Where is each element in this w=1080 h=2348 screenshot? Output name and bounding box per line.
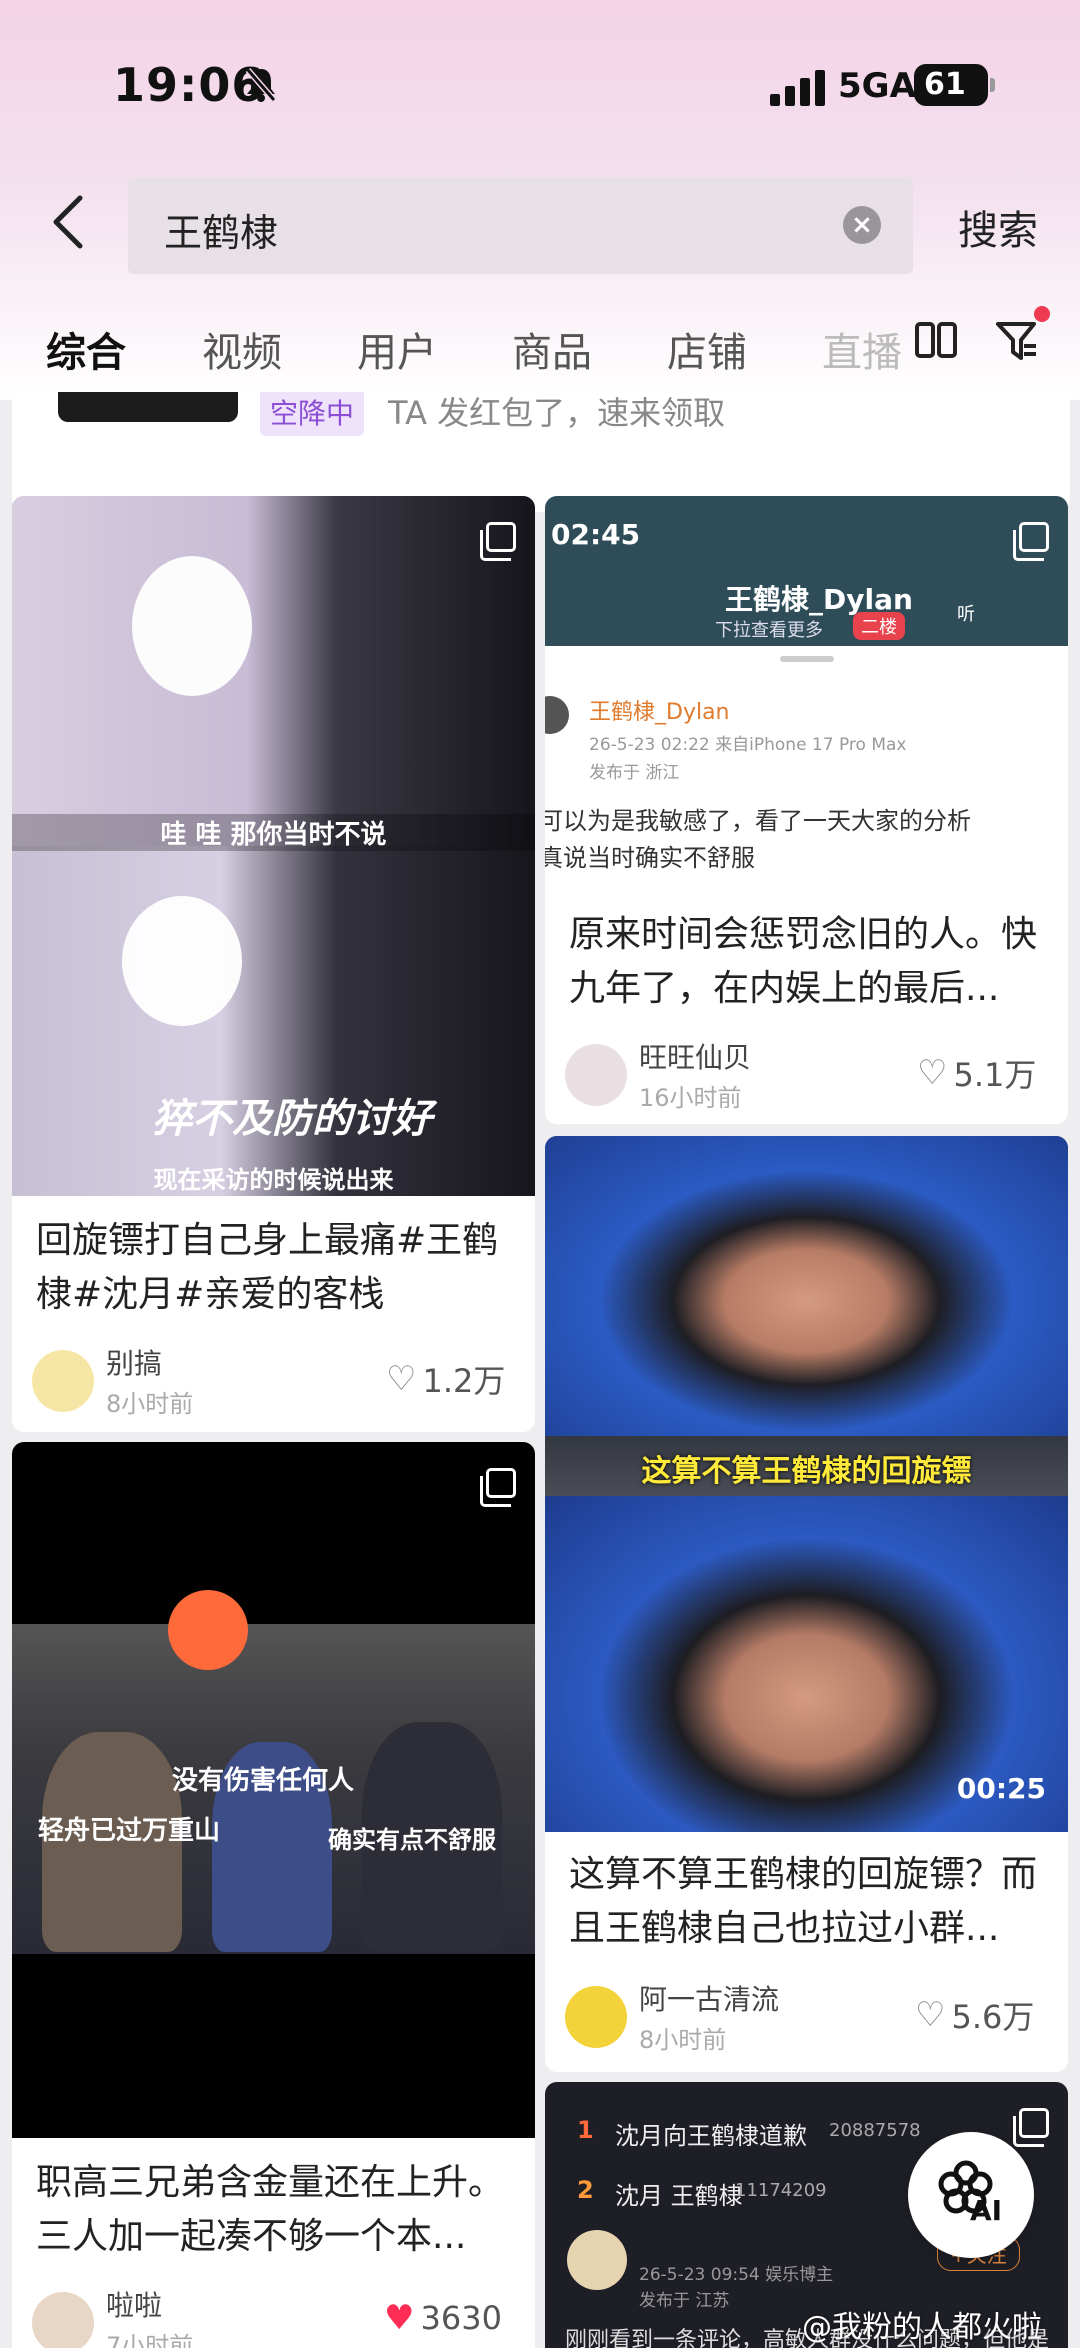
bell-muted-icon <box>244 66 278 113</box>
post-image: 哇 哇 那你当时不说 猝不及防的讨好 现在采访的时候说出来 <box>12 496 535 1196</box>
hot-topic: 沈月向王鹤棣道歉 <box>615 2122 807 2150</box>
status-time: 19:06 <box>113 58 265 112</box>
screenshot-floor: 二楼 <box>853 612 905 640</box>
promo-badge: 空降中 <box>260 392 365 436</box>
layout-toggle-icon[interactable] <box>914 318 958 362</box>
post-title: 这算不算王鹤棣的回旋镖？而且王鹤棣自己也拉过小群... <box>569 1854 1038 1949</box>
like-count: 1.2万 <box>422 1362 506 1400</box>
heart-icon: ♡ <box>917 1053 948 1093</box>
post-title: 职高三兄弟含金量还在上升。三人加一起凑不够一个本... <box>36 2162 505 2257</box>
heart-filled-icon: ♥ <box>384 2298 415 2338</box>
notification-dot <box>1034 306 1050 322</box>
screenshot-post-loc: 发布于 浙江 <box>589 763 680 783</box>
avatar <box>565 1043 627 1106</box>
like-button[interactable]: ♡ 5.6万 <box>915 1992 1034 2038</box>
multi-image-icon <box>480 1468 516 1507</box>
avatar <box>565 1985 627 2048</box>
screenshot-listen: 听 <box>957 604 975 625</box>
avatar <box>567 2230 627 2290</box>
battery-icon: 61 <box>914 64 995 106</box>
screenshot-time: 02:45 <box>551 518 641 551</box>
screenshot-post-meta: 26-5-23 02:22 来自iPhone 17 Pro Max <box>589 735 907 755</box>
post-image: 02:45 王鹤棣_Dylan 下拉查看更多 二楼 听 王鹤棣_Dylan 26… <box>545 496 1068 888</box>
ai-label: AI <box>970 2194 1003 2227</box>
tab-shops[interactable]: 店铺 <box>667 320 747 378</box>
promo-thumbnail <box>58 392 238 422</box>
heart-icon: ♡ <box>386 1359 417 1399</box>
screenshot-hint: 下拉查看更多 <box>715 620 823 641</box>
tab-all[interactable]: 综合 <box>46 320 126 378</box>
screenshot-post-text: 可以为是我敏感了，看了一天大家的分析 <box>545 807 971 835</box>
image-caption: 轻舟已过万重山 <box>38 1816 221 1846</box>
post-location: 发布于 江苏 <box>639 2291 730 2311</box>
like-button[interactable]: ♥ 3630 <box>384 2298 502 2338</box>
avatar <box>32 1349 94 1412</box>
clear-icon[interactable]: × <box>843 206 881 244</box>
post-time: 8小时前 <box>639 2026 727 2054</box>
hot-count: 11174209 <box>735 2180 827 2201</box>
search-query: 王鹤棣 <box>164 211 279 255</box>
hot-topic: 沈月 王鹤棣 <box>615 2182 743 2210</box>
multi-image-icon <box>1013 522 1049 561</box>
post-title: 原来时间会惩罚念旧的人。快九年了，在内娱上的最后... <box>569 914 1038 1009</box>
feed-card[interactable]: 哇 哇 那你当时不说 猝不及防的讨好 现在采访的时候说出来 回旋镖打自己身上最痛… <box>12 496 535 1432</box>
feed-card[interactable]: 02:45 王鹤棣_Dylan 下拉查看更多 二楼 听 王鹤棣_Dylan 26… <box>545 496 1068 1124</box>
post-image: 没有伤害任何人 轻舟已过万重山 确实有点不舒服 <box>12 1442 535 2138</box>
image-caption: 哇 哇 那你当时不说 <box>12 814 535 851</box>
post-time: 16小时前 <box>639 1084 742 1112</box>
watermark: @我粉的人都火啦 <box>802 2310 1042 2345</box>
post-image: 这算不算王鹤棣的回旋镖 00:25 <box>545 1136 1068 1832</box>
author-name: 旺旺仙贝 <box>639 1041 752 1074</box>
image-caption: 没有伤害任何人 <box>172 1766 355 1796</box>
tab-video[interactable]: 视频 <box>202 320 282 378</box>
tab-live[interactable]: 直播 <box>822 320 902 378</box>
network-type: 5GA <box>838 66 916 106</box>
avatar <box>32 2291 94 2348</box>
tab-users[interactable]: 用户 <box>357 320 437 378</box>
post-author[interactable]: 阿一古清流 8小时前 <box>565 1978 779 2055</box>
author-name: 别搞 <box>106 1347 163 1380</box>
hot-rank: 1 <box>577 2116 594 2144</box>
signal-icon <box>770 70 828 106</box>
promo-banner[interactable]: 空降中 TA 发红包了，速来领取 <box>12 392 1070 512</box>
multi-image-icon <box>480 522 516 561</box>
heart-icon: ♡ <box>915 1995 946 2035</box>
hot-count: 20887578 <box>829 2120 921 2141</box>
battery-level: 61 <box>924 67 966 102</box>
image-caption: 现在采访的时候说出来 <box>153 1166 394 1194</box>
post-author[interactable]: 啦啦 7小时前 <box>32 2284 193 2348</box>
like-button[interactable]: ♡ 5.1万 <box>917 1050 1036 1096</box>
like-count: 5.6万 <box>951 1998 1035 2036</box>
hot-rank: 2 <box>577 2176 594 2204</box>
filter-icon[interactable] <box>994 318 1040 364</box>
feed-card[interactable]: 没有伤害任何人 轻舟已过万重山 确实有点不舒服 职高三兄弟含金量还在上升。三人加… <box>12 1442 535 2348</box>
search-input[interactable]: 王鹤棣 × <box>128 178 913 274</box>
post-author[interactable]: 别搞 8小时前 <box>32 1342 193 1419</box>
feed-card[interactable]: 这算不算王鹤棣的回旋镖 00:25 这算不算王鹤棣的回旋镖？而且王鹤棣自己也拉过… <box>545 1136 1068 2072</box>
author-name: 阿一古清流 <box>639 1983 780 2016</box>
post-time: 7小时前 <box>106 2332 194 2348</box>
screenshot-post-user: 王鹤棣_Dylan <box>589 700 730 725</box>
image-caption: 猝不及防的讨好 <box>152 1096 432 1142</box>
image-caption: 这算不算王鹤棣的回旋镖 <box>641 1454 972 1489</box>
status-bar: 19:06 5GA 61 <box>0 0 1080 170</box>
screenshot-post-text: 真说当时确实不舒服 <box>545 844 755 872</box>
back-icon[interactable] <box>48 192 98 262</box>
author-name: 啦啦 <box>106 2289 163 2322</box>
ai-assistant-button[interactable]: AI <box>908 2132 1034 2258</box>
like-count: 5.1万 <box>953 1056 1037 1094</box>
like-count: 3630 <box>420 2299 502 2337</box>
tab-products[interactable]: 商品 <box>512 320 592 378</box>
post-meta: 26-5-23 09:54 娱乐博主 <box>639 2265 834 2285</box>
multi-image-icon <box>1013 2108 1049 2147</box>
search-button[interactable]: 搜索 <box>958 198 1038 256</box>
post-author[interactable]: 旺旺仙贝 16小时前 <box>565 1036 751 1113</box>
post-title: 回旋镖打自己身上最痛#王鹤棣#沈月#亲爱的客栈 <box>36 1220 499 1315</box>
like-button[interactable]: ♡ 1.2万 <box>386 1356 505 1402</box>
video-duration: 00:25 <box>956 1772 1046 1805</box>
image-caption: 确实有点不舒服 <box>328 1826 496 1854</box>
promo-text: TA 发红包了，速来领取 <box>388 394 726 432</box>
post-time: 8小时前 <box>106 1390 194 1418</box>
